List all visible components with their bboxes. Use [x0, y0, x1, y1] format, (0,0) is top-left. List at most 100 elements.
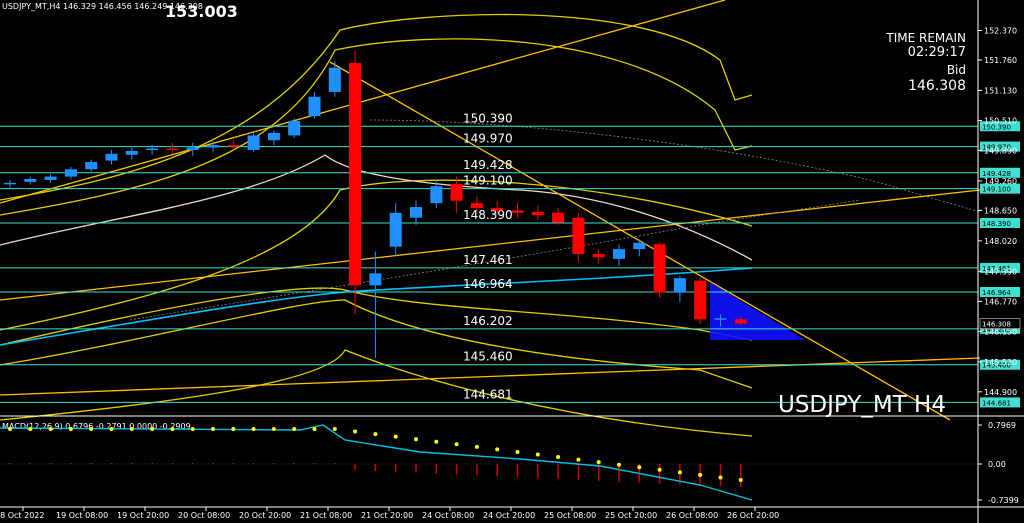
macd-signal-dot — [48, 427, 53, 431]
candle-body — [491, 208, 504, 211]
macd-signal-dot — [535, 452, 540, 457]
level-label: 150.390 — [463, 111, 513, 125]
candle-body — [125, 150, 138, 155]
candle-body — [247, 135, 260, 150]
candle-body — [308, 96, 321, 117]
level-label: 148.390 — [463, 208, 513, 222]
macd-signal-dot — [190, 427, 195, 431]
macd-signal-dot — [231, 427, 236, 431]
trendline-down — [329, 61, 951, 421]
time-tick-label: 20 Oct 20:00 — [239, 511, 291, 520]
level-label: 146.964 — [463, 277, 513, 291]
time-tick-label: 18 Oct 2022 — [0, 511, 44, 520]
macd-line — [0, 424, 753, 501]
macd-signal-dot — [312, 427, 317, 431]
macd-signal-dot — [718, 475, 723, 480]
candle-body — [186, 147, 199, 150]
time-tick-label: 26 Oct 08:00 — [666, 511, 718, 520]
macd-signal-dot — [393, 434, 398, 439]
price-tick-label: 152.370 — [984, 26, 1017, 35]
level-label: 149.428 — [463, 158, 513, 172]
level-label: 149.100 — [463, 174, 513, 188]
macd-signal-dot — [271, 427, 276, 431]
bid-value: 146.308 — [908, 78, 966, 94]
band-line — [0, 299, 753, 389]
price-chart[interactable]: 150.390 149.970 149.428 149.100 148.390 147.4… — [0, 0, 1024, 523]
time-remain-value: 02:29:17 — [908, 45, 966, 60]
time-tick-label: 21 Oct 20:00 — [361, 511, 413, 520]
level-label: 145.460 — [463, 350, 513, 364]
candle-body — [633, 242, 646, 250]
time-axis: 18 Oct 2022 19 Oct 08:00 19 Oct 20:00 20 Oc… — [0, 506, 1024, 520]
price-tick-label: 150.510 — [984, 116, 1017, 125]
macd-panel: MACD(12,26,9) 0.6796 -0.2791 0.0000 -0.2… — [0, 421, 1019, 505]
macd-signal-dot — [657, 467, 662, 472]
time-tick-label: 26 Oct 20:00 — [727, 511, 779, 520]
macd-signal-dot — [150, 427, 155, 431]
time-tick-label: 21 Oct 08:00 — [300, 511, 352, 520]
macd-signal-dot — [434, 439, 439, 444]
macd-signal-dot — [109, 427, 114, 431]
candle-body — [613, 249, 625, 259]
price-tick-label: 148.020 — [984, 237, 1017, 246]
macd-signal-dot — [129, 427, 134, 431]
candle-body — [369, 273, 382, 286]
big-price: 153.003 — [165, 2, 238, 21]
blue-triangle — [710, 282, 805, 340]
price-tick-label: 147.390 — [984, 267, 1017, 276]
candle-body — [4, 182, 16, 185]
watermark-symbol: USDJPY_MT H4 — [778, 392, 946, 418]
candle-body — [430, 186, 443, 204]
time-tick-label: 24 Oct 20:00 — [483, 511, 535, 520]
candle-body — [552, 212, 565, 223]
candle-body — [592, 253, 605, 258]
macd-signal-dot — [617, 462, 621, 467]
price-tick-label: 144.900 — [984, 388, 1017, 397]
candle-body — [207, 145, 219, 148]
candle-body — [714, 318, 727, 320]
macd-signal-dot — [474, 444, 479, 449]
macd-signal-dot — [292, 427, 297, 431]
macd-signal-dot — [332, 427, 337, 431]
candle-body — [267, 133, 280, 141]
macd-tick-label: -0.7399 — [988, 496, 1019, 505]
macd-signal-dot — [738, 478, 743, 482]
axis-level-tag-text: 146.964 — [982, 289, 1011, 297]
macd-signal-dot — [454, 442, 459, 447]
candle-body — [389, 212, 402, 247]
price-tick-label: 151.760 — [984, 56, 1017, 65]
candle-body — [146, 148, 159, 151]
time-tick-label: 24 Oct 08:00 — [422, 511, 474, 520]
time-tick-label: 20 Oct 08:00 — [178, 511, 230, 520]
macd-signal-dot — [28, 427, 33, 431]
macd-signal-dot — [373, 432, 378, 437]
macd-signal-dot — [698, 472, 703, 477]
macd-signal-dot — [637, 465, 642, 470]
bid-label: Bid — [947, 63, 966, 77]
band-line — [0, 287, 753, 346]
candle-body — [85, 162, 98, 170]
macd-signal-dot — [251, 427, 256, 431]
time-remain-label: TIME REMAIN — [885, 31, 966, 45]
axis-level-tag-text: 144.681 — [982, 399, 1011, 407]
axis-level-tag-text: 149.100 — [982, 186, 1011, 194]
macd-tick-label: 0.7969 — [988, 421, 1016, 430]
candle-body — [653, 244, 666, 293]
price-tick-label: 148.650 — [984, 206, 1017, 215]
candle-body — [328, 67, 341, 92]
macd-signal-dot — [515, 449, 520, 454]
price-tick-label: 151.130 — [984, 86, 1017, 95]
right-price-axis: 150.390149.970149.428149.100148.390147.4… — [977, 0, 1021, 523]
candle-body — [44, 176, 57, 180]
price-tick-label: 146.770 — [984, 297, 1017, 306]
candle-body — [734, 319, 747, 324]
macd-signal-dot — [89, 427, 94, 431]
candle-body — [572, 217, 585, 254]
macd-signal-dot — [556, 455, 561, 460]
time-tick-label: 25 Oct 20:00 — [605, 511, 657, 520]
candle-body — [694, 280, 707, 320]
level-label: 147.461 — [463, 253, 513, 267]
macd-signal-dot — [353, 429, 358, 434]
candle-body — [288, 120, 301, 136]
macd-signal-dot — [8, 427, 12, 431]
